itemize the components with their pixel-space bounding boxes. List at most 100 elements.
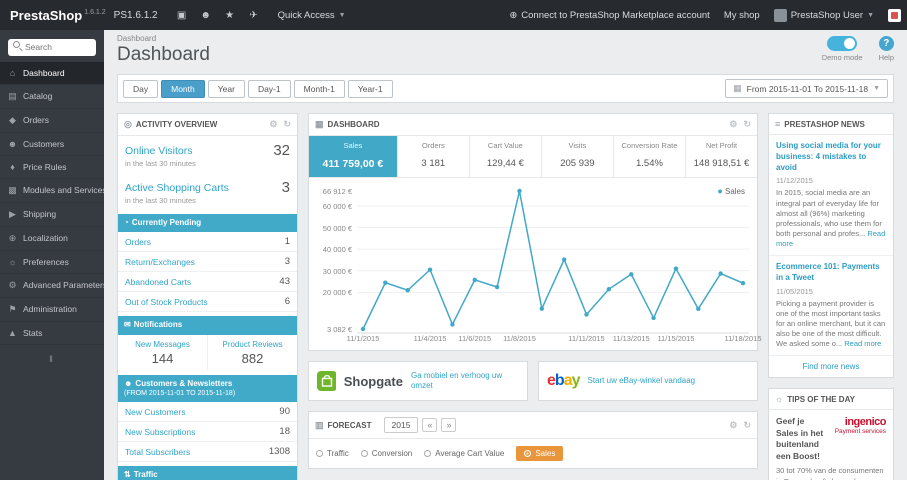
prestashop-logo[interactable]: PrestaShop: [0, 8, 82, 23]
customers-row-value: 1308: [268, 446, 290, 458]
sidebar-item[interactable]: ⌂ Dashboard: [0, 61, 104, 85]
refresh-icon[interactable]: ↻: [743, 119, 751, 130]
sidebar-item-label: Dashboard: [23, 67, 65, 78]
forecast-option[interactable]: Conversion: [360, 449, 412, 458]
activity-overview-panel: ◎ ACTIVITY OVERVIEW ⚙ ↻ Online Visitors …: [117, 113, 298, 480]
customers-row-link[interactable]: New Subscriptions: [125, 427, 195, 437]
tips-of-the-day-panel: ☼ TIPS OF THE DAY Geef je Sales in het b…: [768, 388, 894, 480]
legend-dot-icon: ●: [717, 186, 723, 196]
pending-row-value: 1: [284, 236, 290, 248]
date-filter-button[interactable]: Year-1: [347, 79, 393, 98]
active-carts-link[interactable]: Active Shopping Carts: [125, 182, 229, 194]
chevron-down-icon: ▼: [873, 85, 880, 92]
sidebar-item[interactable]: ⚑ Administration: [0, 298, 104, 322]
demo-mode-toggle[interactable]: [827, 36, 858, 51]
date-filter-button[interactable]: Year: [207, 79, 245, 98]
date-filter-button[interactable]: Day-1: [247, 79, 291, 98]
quick-access-menu[interactable]: Quick Access ▼: [266, 10, 358, 21]
shopgate-promo-link[interactable]: Ga mobiel en verhoog uw omzet: [411, 371, 519, 392]
kpi-tab[interactable]: Sales 411 759,00 €: [309, 136, 398, 177]
pending-row-link[interactable]: Orders: [125, 237, 151, 247]
date-range-picker[interactable]: ▦ From 2015-11-01 To 2015-11-18 ▼: [725, 79, 888, 98]
rocket-icon[interactable]: ✈: [242, 10, 266, 21]
customers-row-link[interactable]: New Customers: [125, 407, 185, 417]
sidebar-collapse-icon[interactable]: ‖: [0, 345, 104, 373]
news-article-title[interactable]: Ecommerce 101: Payments in a Tweet: [776, 262, 886, 284]
search-input[interactable]: [8, 38, 96, 56]
sidebar-item[interactable]: ▤ Catalog: [0, 85, 104, 109]
radio-icon: [424, 450, 432, 457]
sidebar-item[interactable]: ⊕ Localization: [0, 227, 104, 251]
date-filter-button[interactable]: Month-1: [293, 79, 345, 98]
find-more-news-link[interactable]: Find more news: [769, 356, 893, 377]
cart-icon[interactable]: ▣: [170, 10, 194, 21]
demo-mode-label: Demo mode: [821, 53, 863, 62]
kpi-tab[interactable]: Cart Value 129,44 €: [470, 136, 542, 177]
notification-cell[interactable]: Product Reviews 882: [208, 335, 297, 371]
customers-quick-icon[interactable]: ☻: [194, 10, 218, 21]
sidebar-item-label: Shipping: [23, 209, 57, 219]
pending-row-link[interactable]: Return/Exchanges: [125, 257, 195, 267]
kpi-tab[interactable]: Visits 205 939: [542, 136, 614, 177]
my-shop-link[interactable]: My shop: [724, 10, 760, 21]
date-filter-button[interactable]: Month: [161, 79, 205, 98]
forecast-option[interactable]: Average Cart Value: [424, 449, 504, 458]
help-icon[interactable]: ?: [878, 36, 894, 51]
star-icon[interactable]: ★: [218, 10, 242, 21]
forecast-option[interactable]: Sales: [516, 446, 564, 461]
bulb-icon: ☼: [775, 394, 784, 405]
orders-icon: ◆: [9, 114, 16, 125]
read-more-link[interactable]: Read more: [844, 339, 881, 348]
ebay-promo[interactable]: ebay Start uw eBay-winkel vandaag: [538, 361, 758, 401]
traffic-icon: ⇅: [124, 470, 131, 480]
gear-icon[interactable]: ⚙: [269, 119, 277, 130]
list-icon: ≡: [775, 119, 781, 129]
sidebar-item[interactable]: ☼ Preferences: [0, 251, 104, 274]
sidebar-item[interactable]: ⚙ Advanced Parameters: [0, 274, 104, 298]
date-filter-button[interactable]: Day: [123, 79, 159, 98]
online-visitors-link[interactable]: Online Visitors: [125, 145, 193, 157]
user-menu[interactable]: PrestaShop User ▼: [773, 8, 874, 22]
forecast-prev-button[interactable]: «: [422, 418, 438, 432]
sidebar-menu: ⌂ Dashboard ▤ Catalog ◆ Orders ☻ Custome…: [0, 61, 104, 345]
active-carts-value: 3: [281, 179, 290, 196]
kpi-tab[interactable]: Conversion Rate 1.54%: [614, 136, 686, 177]
forecast-option[interactable]: Traffic: [316, 449, 349, 458]
pending-row-link[interactable]: Out of Stock Products: [125, 297, 208, 307]
gear-icon[interactable]: ⚙: [729, 420, 737, 431]
marketplace-link[interactable]: ⊕ Connect to PrestaShop Marketplace acco…: [509, 10, 710, 21]
refresh-icon[interactable]: ↻: [283, 119, 291, 130]
sidebar-item-label: Modules and Services: [23, 185, 104, 195]
refresh-icon[interactable]: ↻: [743, 420, 751, 431]
sidebar-item[interactable]: ◆ Orders: [0, 109, 104, 133]
customers-row-value: 90: [279, 406, 290, 418]
sidebar-item[interactable]: ▶ Shipping: [0, 203, 104, 227]
advanced-parameters-icon: ⚙: [8, 279, 17, 290]
kpi-tab[interactable]: Net Profit 148 918,51 €: [686, 136, 757, 177]
localization-icon: ⊕: [8, 232, 17, 243]
browser-extension-icon[interactable]: [888, 8, 901, 22]
sidebar-item[interactable]: ▩ Modules and Services: [0, 179, 104, 203]
currently-pending-header: ◔ Currently Pending: [118, 214, 297, 233]
sidebar-item-label: Price Rules: [23, 161, 67, 172]
news-article-date: 11/05/2015: [776, 286, 813, 296]
chart-legend: ● Sales: [717, 186, 745, 196]
notification-cell[interactable]: New Messages 144: [118, 334, 208, 371]
sidebar-item[interactable]: ☻ Customers: [0, 133, 104, 156]
pending-row-link[interactable]: Abandoned Carts: [125, 277, 191, 287]
shopgate-promo[interactable]: Shopgate Ga mobiel en verhoog uw omzet: [308, 361, 528, 401]
customers-row: New Subscriptions 18: [118, 422, 297, 443]
kpi-tab[interactable]: Orders 3 181: [398, 136, 470, 177]
ebay-promo-link[interactable]: Start uw eBay-winkel vandaag: [588, 376, 696, 386]
customers-row-link[interactable]: Total Subscribers: [125, 447, 190, 457]
pending-row: Orders 1: [118, 232, 297, 253]
people-icon: ☻: [124, 378, 133, 388]
gear-icon[interactable]: ⚙: [729, 119, 737, 130]
news-article-title[interactable]: Using social media for your business: 4 …: [776, 141, 886, 173]
news-article: Using social media for your business: 4 …: [769, 135, 893, 257]
sidebar-item[interactable]: ♦ Price Rules: [0, 156, 104, 179]
radio-icon: [524, 450, 532, 457]
forecast-next-button[interactable]: »: [441, 418, 457, 432]
breadcrumb[interactable]: Dashboard: [117, 34, 894, 43]
sidebar-item[interactable]: ▲ Stats: [0, 322, 104, 345]
